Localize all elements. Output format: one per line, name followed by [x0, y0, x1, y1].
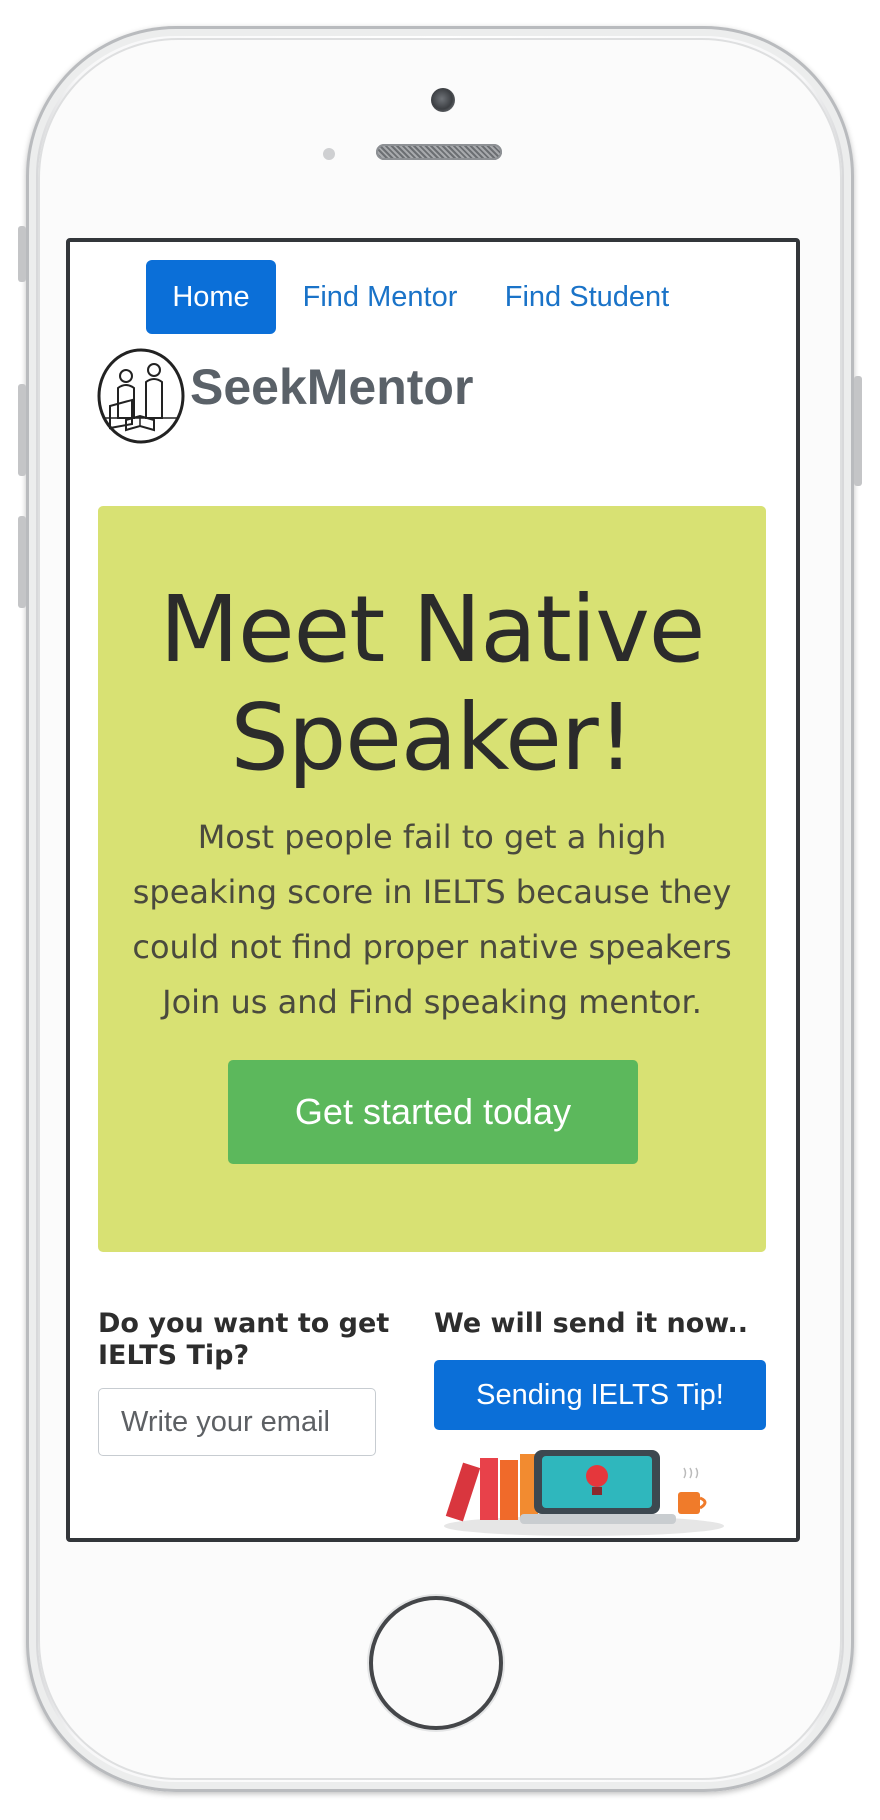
send-now-text: We will send it now.. [434, 1308, 749, 1339]
books-laptop-lightbulb-coffee-icon [444, 1450, 724, 1536]
hero-title-line: Speaker! [230, 684, 634, 791]
nav-home[interactable]: Home [146, 260, 276, 334]
hero-text-line: Join us and Find speaking mentor. [162, 983, 702, 1021]
proximity-sensor [323, 148, 335, 160]
nav-find-mentor[interactable]: Find Mentor [290, 260, 470, 334]
mentor-student-reading-logo-icon [97, 348, 185, 444]
front-camera [431, 88, 455, 112]
hero-text-line: could not find proper native speakers [132, 928, 732, 966]
home-button[interactable] [369, 1596, 503, 1730]
phone-screen: Home Find Mentor Find Student SeekMentor… [66, 238, 800, 1542]
hero-text-line: Most people fail to get a high [197, 818, 667, 856]
power-button [854, 376, 862, 486]
brand-name: SeekMentor [190, 359, 474, 415]
hero-title-line: Meet Native [159, 576, 706, 683]
send-ielts-tip-button[interactable]: Sending IELTS Tip! [434, 1360, 766, 1430]
volume-up-button [18, 384, 26, 476]
hero-banner: Meet Native Speaker! Most people fail to… [98, 506, 766, 1252]
earpiece-speaker [376, 144, 502, 160]
ielts-tip-question: Do you want to get IELTS Tip? [98, 1308, 390, 1371]
get-started-button[interactable]: Get started today [228, 1060, 638, 1164]
nav-find-student[interactable]: Find Student [500, 260, 674, 334]
hero-description: Most people fail to get a high speaking … [126, 810, 738, 1030]
mute-switch [18, 226, 26, 282]
hero-title: Meet Native Speaker! [98, 576, 766, 792]
top-nav: Home Find Mentor Find Student [70, 260, 796, 336]
email-field[interactable] [98, 1388, 376, 1456]
hero-text-line: speaking score in IELTS because they [132, 873, 732, 911]
volume-down-button [18, 516, 26, 608]
